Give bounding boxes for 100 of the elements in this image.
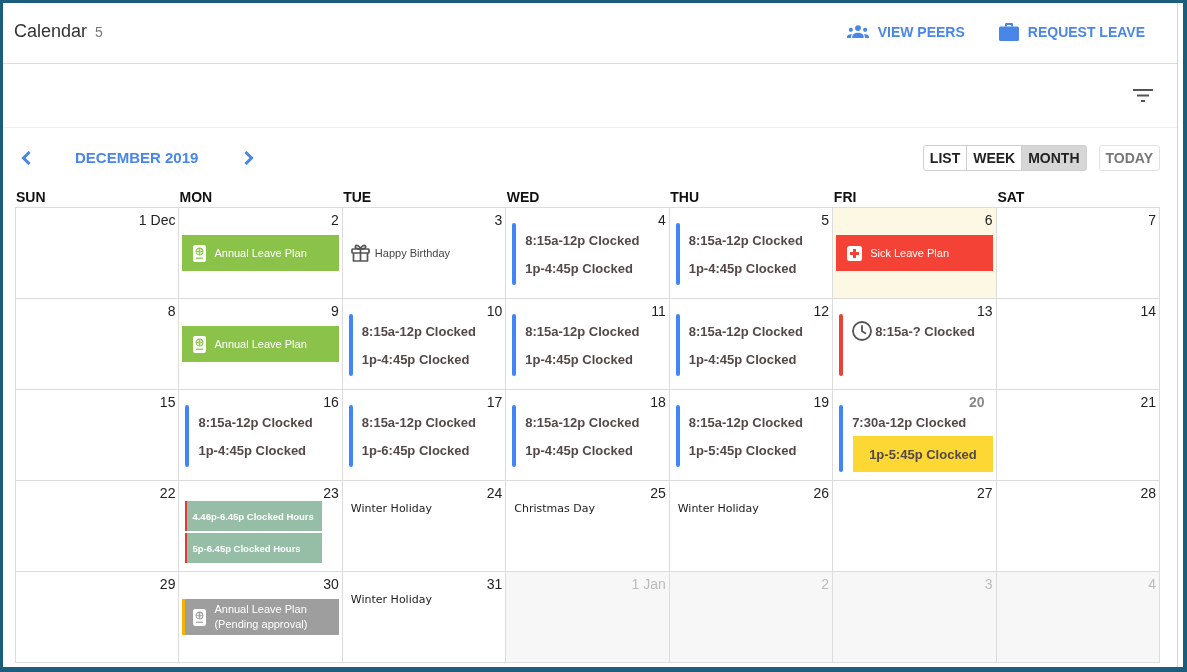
day-number: 20	[969, 394, 985, 410]
weekday-label: TUE	[342, 189, 372, 205]
day-number: 6	[984, 212, 993, 228]
day-cell[interactable]: 16 8:15a-12p Clocked 1p-4:45p Clocked	[179, 390, 343, 481]
day-number: 24	[486, 485, 503, 501]
leave-event[interactable]: Sick Leave Plan	[836, 235, 993, 271]
day-number: 22	[159, 485, 176, 501]
passport-icon	[193, 335, 207, 353]
birthday-label: Happy Birthday	[374, 247, 451, 259]
day-number: 23	[323, 485, 339, 501]
day-number: 18	[650, 394, 666, 410]
day-cell[interactable]: 15	[16, 390, 180, 481]
shift-entry[interactable]: 8:15a-12p Clocked	[688, 317, 803, 345]
day-number: 30	[323, 576, 339, 592]
day-number: 17	[486, 394, 503, 410]
day-number: 10	[486, 303, 503, 319]
day-cell[interactable]: 11 8:15a-12p Clocked 1p-4:45p Clocked	[506, 299, 670, 390]
day-number: 3	[494, 212, 503, 228]
shift-entry[interactable]: 1p-4:45p Clocked	[361, 345, 470, 373]
view-tab[interactable]: LIST	[922, 145, 968, 171]
day-number: 21	[1140, 394, 1156, 410]
day-cell[interactable]: 28	[996, 481, 1160, 572]
day-cell[interactable]: 4 8:15a-12p Clocked 1p-4:45p Clocked	[506, 208, 670, 299]
shift-entry[interactable]: 1p-4:45p Clocked	[525, 254, 633, 282]
filter-icon[interactable]	[1133, 89, 1153, 102]
people-icon	[846, 25, 869, 38]
day-cell[interactable]: 31 Winter Holiday	[342, 572, 507, 663]
day-cell[interactable]: 9 Annual Leave Plan	[179, 299, 343, 390]
shift-entry[interactable]: 1p-4:45p Clocked	[525, 345, 633, 373]
day-cell[interactable]: 7	[996, 208, 1160, 299]
day-cell[interactable]: 14	[996, 299, 1160, 390]
weekday-label: SAT	[996, 189, 1025, 205]
day-cell[interactable]: 21	[996, 390, 1160, 481]
weekday-label: THU	[669, 189, 700, 205]
shift-entry[interactable]: 7:30a-12p Clocked	[852, 408, 967, 436]
view-tab[interactable]: WEEK	[966, 145, 1023, 171]
day-cell[interactable]: 30 Annual Leave Plan (Pending approval)	[179, 572, 343, 663]
day-number: 4	[657, 212, 666, 228]
weekday-label: SUN	[15, 189, 46, 205]
next-month-button[interactable]	[244, 151, 255, 165]
day-number: 1 Dec	[138, 212, 176, 228]
previous-month-button[interactable]	[21, 151, 31, 165]
day-cell[interactable]: 18 8:15a-12p Clocked 1p-4:45p Clocked	[506, 390, 670, 481]
view-tab[interactable]: MONTH	[1021, 145, 1087, 171]
day-cell[interactable]: 6 Sick Leave Plan	[833, 208, 997, 299]
shift-entry[interactable]: 8:15a-12p Clocked	[361, 317, 476, 345]
briefcase-icon	[998, 22, 1019, 41]
shift-entry[interactable]: 8:15a-12p Clocked	[198, 408, 313, 436]
day-number: 27	[977, 485, 993, 501]
weekday-label: FRI	[832, 189, 857, 205]
shift-entry[interactable]: 1p-5:45p Clocked	[688, 436, 797, 464]
day-number: 31	[486, 576, 503, 592]
shift-entry[interactable]: 1p-4:45p Clocked	[688, 254, 797, 282]
day-number: 15	[159, 394, 176, 410]
day-cell[interactable]: 13 8:15a-? Clocked	[833, 299, 997, 390]
day-cell[interactable]: 17 8:15a-12p Clocked 1p-6:45p Clocked	[342, 390, 507, 481]
shift-entry[interactable]: 1p-5:45p Clocked	[853, 436, 993, 472]
holiday-label: Winter Holiday	[350, 502, 432, 515]
shift-entry[interactable]: 8:15a-? Clocked	[852, 317, 975, 345]
shift-entry[interactable]: 1p-4:45p Clocked	[525, 436, 633, 464]
day-cell[interactable]: 26 Winter Holiday	[669, 481, 834, 572]
day-cell[interactable]: 19 8:15a-12p Clocked 1p-5:45p Clocked	[669, 390, 834, 481]
passport-icon	[193, 608, 207, 626]
shift-entry[interactable]: 8:15a-12p Clocked	[688, 226, 803, 254]
day-cell[interactable]: 12 8:15a-12p Clocked 1p-4:45p Clocked	[669, 299, 834, 390]
day-number: 12	[813, 303, 830, 319]
clock-icon	[852, 321, 873, 341]
day-number: 2	[331, 212, 339, 228]
holiday-label: Christmas Day	[514, 502, 595, 515]
day-cell[interactable]: 2 Annual Leave Plan	[179, 208, 343, 299]
day-cell[interactable]: 22	[16, 481, 180, 572]
day-cell[interactable]: 3 Happy Birthday	[342, 208, 507, 299]
day-cell[interactable]: 5 8:15a-12p Clocked 1p-4:45p Clocked	[669, 208, 834, 299]
day-number: 16	[323, 394, 339, 410]
gift-icon	[350, 244, 370, 262]
shift-entry[interactable]: 1p-4:45p Clocked	[688, 345, 797, 373]
day-cell[interactable]: 20 7:30a-12p Clocked 1p-5:45p Clocked	[833, 390, 997, 481]
day-number: 8	[167, 303, 176, 319]
view-peers-button[interactable]: VIEW PEERS	[846, 23, 965, 40]
day-number: 9	[331, 303, 339, 319]
day-number: 25	[650, 485, 666, 501]
day-cell[interactable]: 8	[16, 299, 180, 390]
day-number: 3	[984, 576, 993, 592]
shift-entry[interactable]: 8:15a-12p Clocked	[361, 408, 476, 436]
shift-entry[interactable]: 1p-6:45p Clocked	[361, 436, 470, 464]
shift-entry[interactable]: 8:15a-12p Clocked	[525, 226, 640, 254]
day-cell[interactable]: 24 Winter Holiday	[342, 481, 507, 572]
day-cell[interactable]: 10 8:15a-12p Clocked 1p-4:45p Clocked	[342, 299, 507, 390]
shift-entry[interactable]: 8:15a-12p Clocked	[688, 408, 803, 436]
shift-entry[interactable]: 8:15a-12p Clocked	[525, 317, 640, 345]
shift-entry[interactable]: 1p-4:45p Clocked	[198, 436, 307, 464]
day-cell[interactable]: 1 Dec	[16, 208, 180, 299]
request-leave-button[interactable]: REQUEST LEAVE	[998, 22, 1145, 41]
chevron-right-icon	[244, 151, 255, 165]
day-cell[interactable]: 27	[833, 481, 997, 572]
day-number: 26	[813, 485, 830, 501]
shift-entry[interactable]: 8:15a-12p Clocked	[525, 408, 640, 436]
weekday-label: MON	[178, 189, 213, 205]
day-cell[interactable]: 29	[16, 572, 180, 663]
day-cell[interactable]: 25 Christmas Day	[506, 481, 670, 572]
